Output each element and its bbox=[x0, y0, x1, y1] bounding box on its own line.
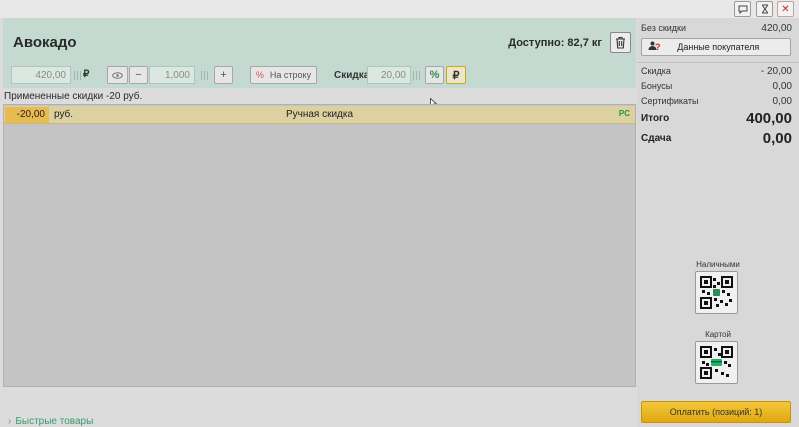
discount-row-name: Ручная скидка bbox=[285, 109, 354, 120]
discount-list: -20,00 руб. Ручная скидка PC bbox=[3, 104, 636, 387]
applied-discounts-text: Примененные скидки -20 руб. bbox=[4, 91, 143, 102]
increase-quantity-button[interactable]: + bbox=[214, 66, 233, 84]
delete-item-button[interactable] bbox=[610, 32, 631, 53]
discount-row[interactable]: -20,00 руб. Ручная скидка PC bbox=[4, 106, 635, 124]
total-row: Итого 400,00 bbox=[641, 110, 792, 127]
price-currency: ₽ bbox=[83, 69, 90, 80]
cash-payment-button[interactable] bbox=[695, 271, 738, 314]
summary-panel: Без скидки 420,00 ? Данные покупателя Ск… bbox=[637, 18, 799, 427]
decrease-quantity-button[interactable]: − bbox=[129, 66, 148, 84]
order-main-area: Авокадо Доступно: 82,7 кг 420,00 ₽ − 1,0… bbox=[3, 18, 636, 427]
keypad-icon[interactable] bbox=[74, 71, 81, 80]
discount-percent-toggle[interactable]: % bbox=[425, 66, 444, 84]
hourglass-icon[interactable] bbox=[756, 1, 773, 17]
buyer-data-button[interactable]: ? Данные покупателя bbox=[641, 38, 791, 56]
discount-label: Скидка bbox=[334, 70, 370, 81]
certificates-row: Сертификаты 0,00 bbox=[641, 96, 792, 107]
card-payment-button[interactable] bbox=[695, 341, 738, 384]
cash-payment-label: Наличными bbox=[696, 260, 740, 269]
card-payment-label: Картой bbox=[705, 330, 731, 339]
quantity-input[interactable]: 1,000 bbox=[149, 66, 195, 84]
close-icon: ✕ bbox=[781, 3, 790, 15]
discount-rub-toggle[interactable]: ₽ bbox=[446, 66, 466, 84]
pay-button[interactable]: Оплатить (позиций: 1) bbox=[641, 401, 791, 423]
title-bar: ✕ bbox=[0, 0, 799, 18]
qr-code-icon bbox=[700, 346, 733, 379]
question-icon: ? bbox=[655, 42, 661, 52]
price-input[interactable]: 420,00 bbox=[11, 66, 71, 84]
chevron-right-icon: › bbox=[8, 416, 12, 427]
percent-icon: % bbox=[255, 70, 264, 80]
discount-row-badge: PC bbox=[618, 109, 630, 118]
product-controls: 420,00 ₽ − 1,000 + % На строку Скидка 20… bbox=[3, 66, 636, 86]
view-button[interactable] bbox=[107, 66, 128, 84]
keypad-icon[interactable] bbox=[413, 71, 420, 80]
product-title: Авокадо bbox=[13, 34, 77, 51]
discount-summary-row: Скидка - 20,00 bbox=[641, 66, 792, 77]
keypad-icon[interactable] bbox=[201, 71, 208, 80]
product-panel: Авокадо Доступно: 82,7 кг 420,00 ₽ − 1,0… bbox=[3, 18, 636, 88]
qr-code-icon bbox=[700, 276, 733, 309]
per-line-button[interactable]: % На строку bbox=[250, 66, 317, 84]
eye-icon bbox=[112, 71, 123, 79]
change-row: Сдача 0,00 bbox=[641, 130, 792, 147]
quick-products-toggle[interactable]: › Быстрые товары bbox=[8, 416, 93, 427]
chat-icon[interactable] bbox=[734, 1, 751, 17]
available-stock: Доступно: 82,7 кг bbox=[508, 37, 602, 49]
discount-input[interactable]: 20,00 bbox=[367, 66, 411, 84]
no-discount-row: Без скидки 420,00 bbox=[641, 23, 792, 34]
bonuses-row: Бонусы 0,00 bbox=[641, 81, 792, 92]
trash-icon bbox=[616, 36, 625, 49]
close-button[interactable]: ✕ bbox=[777, 1, 794, 17]
